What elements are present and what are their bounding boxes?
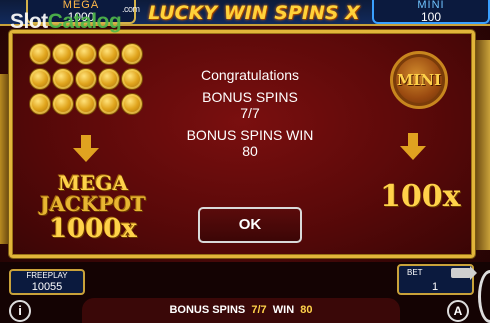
status-spins-value: 7/7 xyxy=(251,304,267,316)
mega-jackpot-graphic: MEGA JACKPOT 1000x xyxy=(28,171,158,244)
freeplay-label: FREEPLAY xyxy=(26,271,68,280)
coin-icon xyxy=(29,68,51,90)
watermark-com: .com xyxy=(122,4,140,14)
coin-icon xyxy=(121,43,143,65)
bet-value: 1 xyxy=(432,281,439,293)
bonus-message: Congratulations BONUS SPINS 7/7 BONUS SP… xyxy=(162,67,338,159)
coin-icon xyxy=(75,68,97,90)
coin-icon xyxy=(75,93,97,115)
game-title-logo: LUCKY WIN SPINS X xyxy=(148,2,360,24)
watermark-slot: Slot xyxy=(10,10,48,33)
reel-frame-right xyxy=(475,40,490,250)
mega-jackpot-line2: JACKPOT xyxy=(40,192,146,216)
bonus-win-label: BONUS SPINS WIN xyxy=(186,127,314,143)
bet-label: BET xyxy=(407,268,423,277)
slotcatalog-watermark: SlotCatalog .com xyxy=(10,4,140,34)
status-bar: BONUS SPINS 7/7 WIN 80 xyxy=(82,298,400,323)
coin-icon xyxy=(121,68,143,90)
bet-selector[interactable]: BET 1 xyxy=(397,264,477,295)
coin-icon xyxy=(121,93,143,115)
coin-icon xyxy=(75,43,97,65)
reel-frame-left xyxy=(0,74,9,244)
coin-icon xyxy=(52,68,74,90)
mini-jackpot-value: 100 xyxy=(420,10,442,24)
mega-jackpot-line1: MEGA xyxy=(58,171,128,195)
bonus-win-dialog: MEGA JACKPOT 1000x Congratulations BONUS… xyxy=(9,30,475,258)
mini-coin-icon: MINI xyxy=(390,51,448,109)
status-win-label: WIN xyxy=(272,304,295,316)
coin-icon xyxy=(29,43,51,65)
mini-multiplier: 100x xyxy=(380,179,461,214)
congratulations-text: Congratulations xyxy=(200,67,300,83)
bonus-win-value: 80 xyxy=(242,143,258,159)
autoplay-icon[interactable]: A xyxy=(447,300,469,322)
freeplay-display: FREEPLAY 10055 xyxy=(9,269,85,295)
arrow-right-icon[interactable] xyxy=(451,266,477,280)
coin-icon xyxy=(98,93,120,115)
coin-icon xyxy=(98,43,120,65)
coin-icon xyxy=(52,93,74,115)
ok-button[interactable]: OK xyxy=(198,207,302,243)
coin-icon xyxy=(29,93,51,115)
freeplay-value: 10055 xyxy=(31,281,63,293)
status-spins-label: BONUS SPINS xyxy=(169,304,246,316)
coin-icon xyxy=(98,68,120,90)
bonus-spins-value: 7/7 xyxy=(240,105,260,121)
bonus-spins-label: BONUS SPINS xyxy=(202,89,298,105)
mini-jackpot-display: MINI 100 xyxy=(372,0,490,24)
watermark-catalog: Catalog xyxy=(47,10,122,33)
info-icon[interactable]: i xyxy=(9,300,31,322)
status-win-value: 80 xyxy=(300,304,313,316)
mega-jackpot-multiplier: 1000x xyxy=(49,214,137,244)
coin-grid xyxy=(29,43,143,117)
coin-icon xyxy=(52,43,74,65)
